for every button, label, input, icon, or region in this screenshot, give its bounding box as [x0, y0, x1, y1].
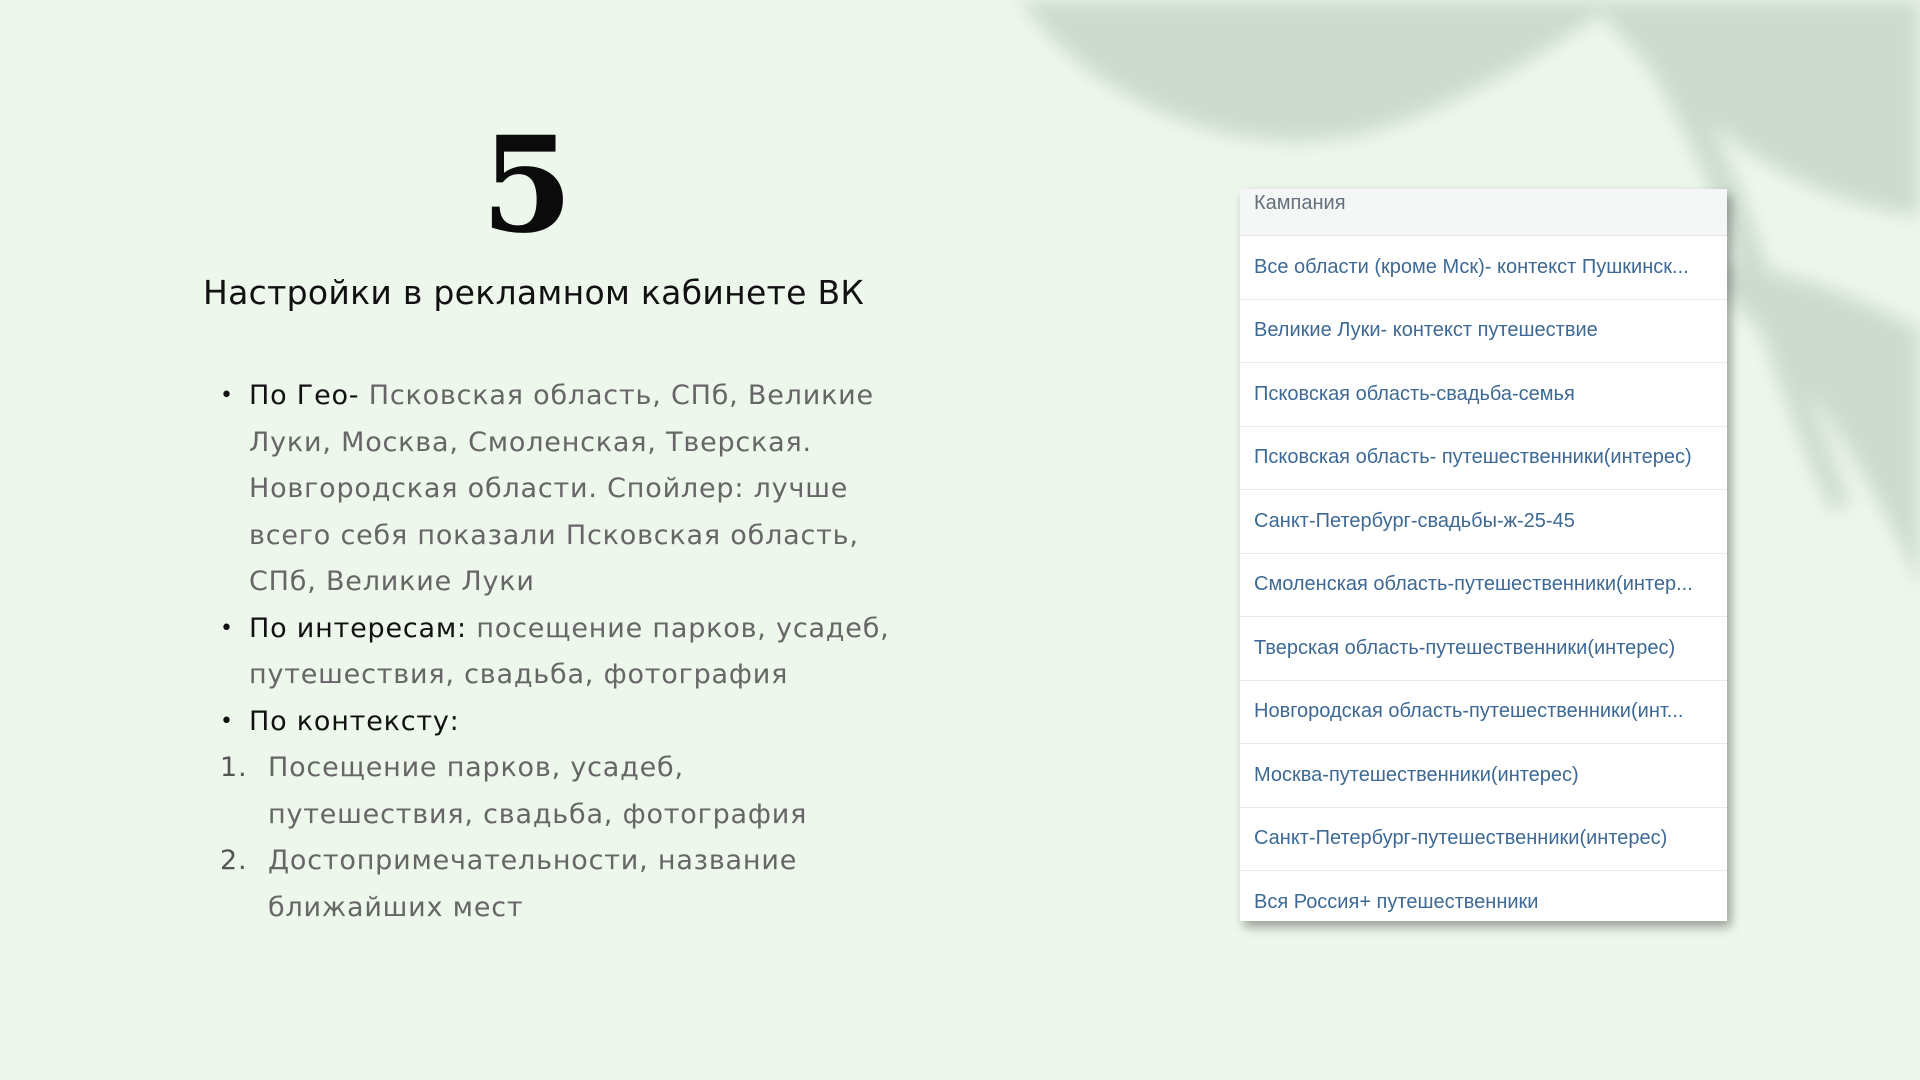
campaign-row[interactable]: Вся Россия+ путешественники: [1240, 871, 1727, 921]
campaign-list-screenshot: Кампания Все области (кроме Мск)- контек…: [1240, 189, 1727, 921]
bullet-marker: •: [220, 708, 234, 734]
campaign-row[interactable]: Все области (кроме Мск)- контекст Пушкин…: [1240, 236, 1727, 300]
campaign-name-link[interactable]: Санкт-Петербург-путешественники(интерес): [1254, 827, 1667, 850]
campaign-name-link[interactable]: Великие Луки- контекст путешествие: [1254, 319, 1598, 342]
list-item-context: • По контексту:: [218, 699, 898, 746]
list-item-lead: По Гео-: [249, 380, 360, 411]
campaign-name-link[interactable]: Смоленская область-путешественники(интер…: [1254, 573, 1693, 596]
number-marker: 2.: [220, 845, 248, 876]
bullet-marker: •: [220, 383, 234, 408]
campaign-row[interactable]: Великие Луки- контекст путешествие: [1240, 300, 1727, 363]
campaign-row[interactable]: Новгородская область-путешественники(инт…: [1240, 681, 1727, 744]
slide-title: Настройки в рекламном кабинете ВК: [203, 273, 865, 312]
campaign-row[interactable]: Псковская область-свадьба-семья: [1240, 363, 1727, 427]
number-marker: 1.: [220, 752, 248, 783]
list-item-interests: • По интересам: посещение парков, усадеб,…: [218, 606, 898, 699]
campaign-row[interactable]: Санкт-Петербург-свадьбы-ж-25-45: [1240, 490, 1727, 554]
campaign-row[interactable]: Смоленская область-путешественники(интер…: [1240, 554, 1727, 617]
bullet-marker: •: [220, 615, 234, 641]
campaign-name-link[interactable]: Псковская область- путешественники(интер…: [1254, 446, 1692, 469]
campaign-name-link[interactable]: Санкт-Петербург-свадьбы-ж-25-45: [1254, 510, 1575, 533]
list-item-context-2: 2. Достопримечательности, название ближай…: [218, 838, 898, 931]
campaign-name-link[interactable]: Все области (кроме Мск)- контекст Пушкин…: [1254, 256, 1689, 279]
campaign-name-link[interactable]: Тверская область-путешественники(интерес…: [1254, 637, 1675, 660]
list-item-text: Псковская область, СПб, Великие Луки, Мо…: [249, 380, 874, 597]
campaign-name-link[interactable]: Псковская область-свадьба-семья: [1254, 383, 1575, 406]
list-item-text: Посещение парков, усадеб, путешествия, с…: [268, 752, 808, 830]
campaign-name-link[interactable]: Новгородская область-путешественники(инт…: [1254, 700, 1683, 723]
campaign-row[interactable]: Москва-путешественники(интерес): [1240, 744, 1727, 808]
list-item-geo: • По Гео- Псковская область, СПб, Великие…: [218, 373, 898, 606]
slide-number: 5: [481, 108, 573, 263]
campaign-name-link[interactable]: Вся Россия+ путешественники: [1254, 891, 1538, 914]
campaign-name-link[interactable]: Москва-путешественники(интерес): [1254, 764, 1579, 787]
campaign-row[interactable]: Тверская область-путешественники(интерес…: [1240, 617, 1727, 681]
list-item-context-1: 1. Посещение парков, усадеб, путешествия,…: [218, 745, 898, 838]
list-item-lead: По интересам:: [249, 612, 467, 644]
campaign-row[interactable]: Псковская область- путешественники(интер…: [1240, 427, 1727, 490]
campaign-row[interactable]: Санкт-Петербург-путешественники(интерес): [1240, 808, 1727, 871]
settings-list: • По Гео- Псковская область, СПб, Великие…: [218, 373, 898, 931]
campaign-column-header[interactable]: Кампания: [1240, 189, 1727, 236]
list-item-text: Достопримечательности, название ближайши…: [268, 845, 798, 923]
list-item-lead: По контексту:: [249, 705, 460, 737]
